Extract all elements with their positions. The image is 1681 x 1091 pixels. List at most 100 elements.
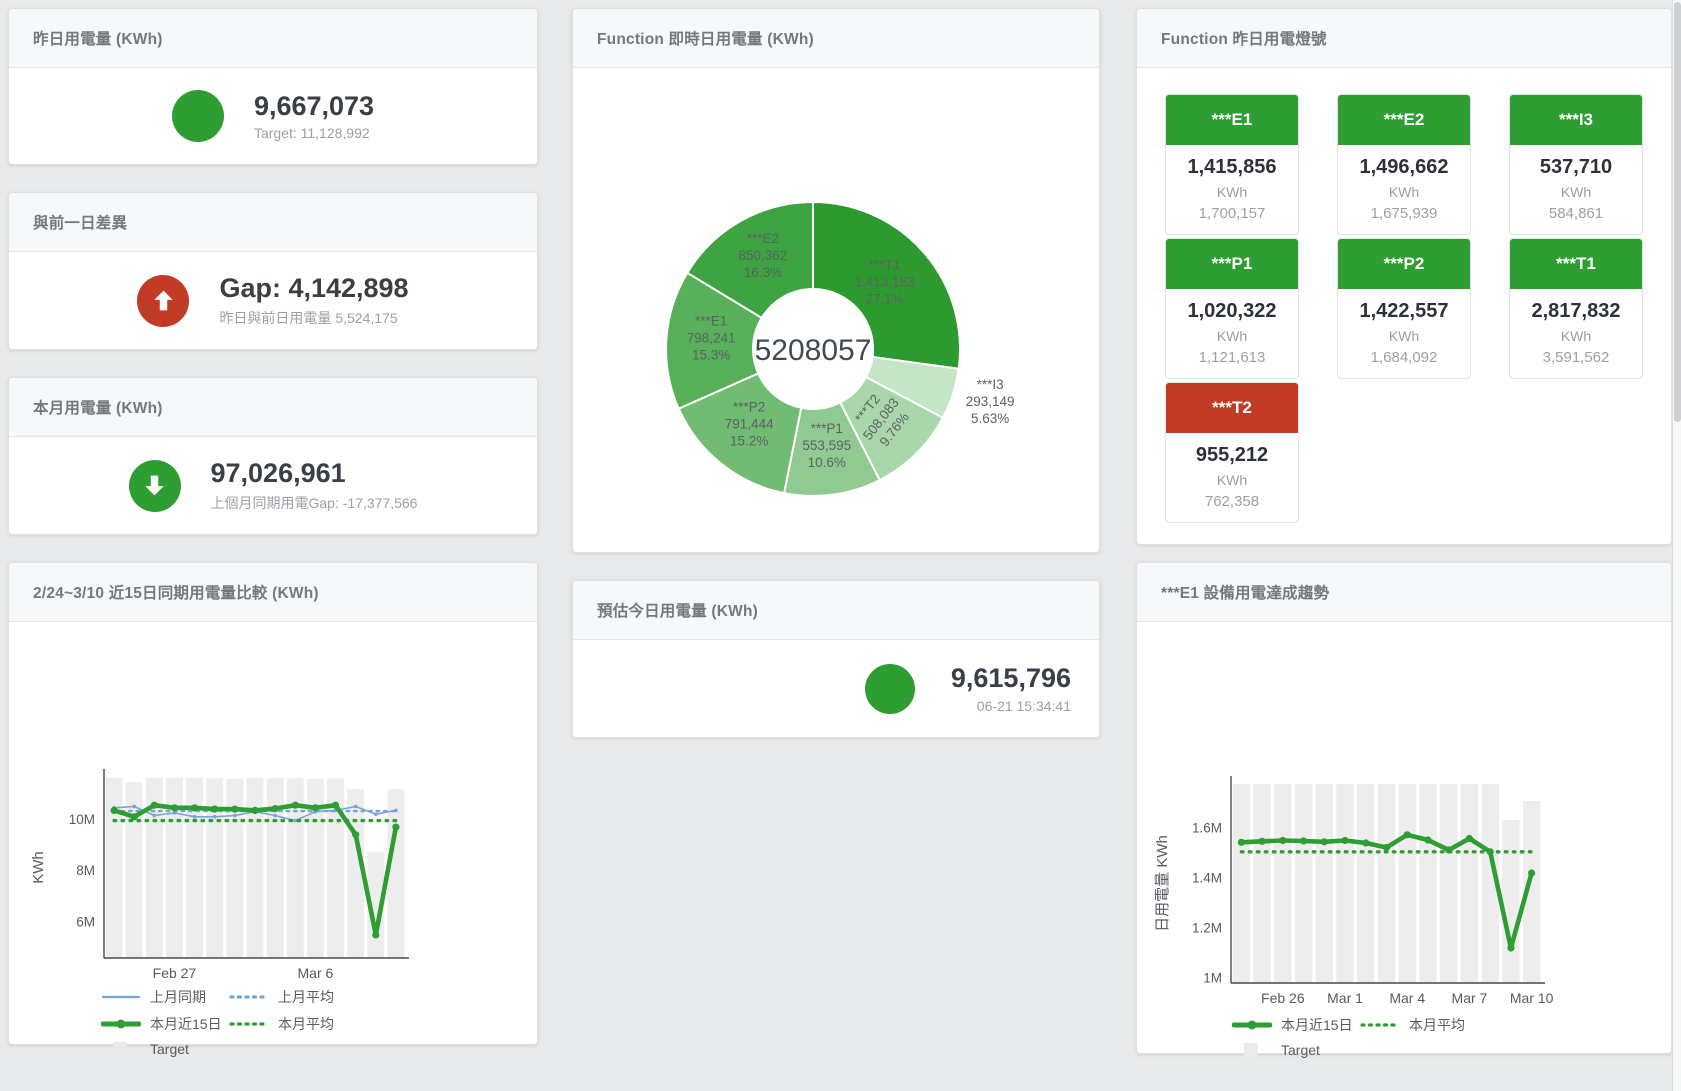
svg-text:Mar 7: Mar 7 — [1452, 990, 1488, 1006]
legend-item-上月平均[interactable]: 上月平均 — [229, 987, 357, 1007]
lamp-tile-target: 3,591,562 — [1510, 349, 1642, 366]
legend-label: 上月平均 — [278, 987, 334, 1007]
svg-text:Feb 26: Feb 26 — [1261, 990, 1305, 1006]
legend-item-本月平均[interactable]: 本月平均 — [1360, 1015, 1488, 1035]
svg-text:***I3293,1495.63%: ***I3293,1495.63% — [966, 377, 1015, 426]
card-header: 昨日用電量 (KWh) — [9, 9, 537, 68]
lamp-tile-value: 1,020,322 — [1166, 300, 1298, 323]
lamp-tile-target: 1,121,613 — [1166, 349, 1298, 366]
legend-line-icon — [229, 989, 269, 1005]
svg-text:日用電量 KWh: 日用電量 KWh — [1154, 835, 1171, 932]
legend-line-icon — [101, 989, 141, 1005]
lamp-tile-unit: KWh — [1338, 184, 1470, 200]
lamp-tile-P1: ***P11,020,322KWh1,121,613 — [1165, 238, 1299, 379]
y-axis-ticks: 1M1.2M1.4M1.6M — [1192, 821, 1222, 986]
stat-text: Gap: 4,142,898 昨日與前日用電量 5,524,175 — [219, 273, 408, 327]
lamp-tile-unit: KWh — [1166, 184, 1298, 200]
arrow-up-icon — [150, 287, 177, 314]
x-axis-ticks: Feb 27 Mar 6 — [153, 965, 334, 980]
stat-value: 9,667,073 — [254, 91, 374, 122]
stat-text: 9,615,796 06-21 15:34:41 — [951, 663, 1071, 713]
stat-text: 97,026,961 上個月同期用電Gap: -17,377,566 — [211, 458, 418, 512]
donut-chart[interactable]: ***T11,413,18327.1%***I3293,1495.63%***T… — [573, 68, 1099, 557]
legend-item-Target[interactable]: Target — [101, 1041, 229, 1057]
card-title: 2/24~3/10 近15日同期用電量比較 (KWh) — [33, 581, 319, 603]
stat-target-sub: Target: 11,128,992 — [254, 125, 374, 141]
card-title: 本月用電量 (KWh) — [33, 396, 163, 418]
svg-text:Mar 1: Mar 1 — [1327, 990, 1363, 1006]
lamp-tile-target: 1,684,092 — [1338, 349, 1470, 366]
legend-row: 本月近15日本月平均 — [101, 1014, 537, 1034]
card-compare-15day-chart: 2/24~3/10 近15日同期用電量比較 (KWh) 6M8M10MFeb 2… — [8, 562, 538, 1045]
page-scrollbar[interactable] — [1672, 0, 1681, 1091]
card-title: ***E1 設備用電達成趨勢 — [1161, 581, 1329, 603]
legend-label: 本月近15日 — [1281, 1015, 1353, 1035]
lamp-tile-grid: ***E11,415,856KWh1,700,157***E21,496,662… — [1137, 68, 1671, 549]
lamp-tile-label: ***P2 — [1338, 239, 1470, 289]
card-yesterday-usage: 昨日用電量 (KWh) 9,667,073 Target: 11,128,992 — [8, 8, 538, 165]
legend-item-本月平均[interactable]: 本月平均 — [229, 1014, 357, 1034]
legend-item-本月近15日[interactable]: 本月近15日 — [101, 1014, 229, 1034]
lamp-tile-value: 2,817,832 — [1510, 300, 1642, 323]
card-title: 預估今日用電量 (KWh) — [597, 599, 758, 621]
lamp-tile-label: ***I3 — [1510, 95, 1642, 145]
legend-line-icon — [101, 1016, 141, 1032]
lamp-tile-target: 762,358 — [1166, 493, 1298, 510]
card-function-realtime-donut: Function 即時日用電量 (KWh) ***T11,413,18327.1… — [572, 8, 1100, 553]
card-title: 昨日用電量 (KWh) — [33, 27, 163, 49]
lamp-tile-label: ***E2 — [1338, 95, 1470, 145]
lamp-tile-label: ***T2 — [1166, 383, 1298, 433]
stat-body: Gap: 4,142,898 昨日與前日用電量 5,524,175 — [9, 252, 537, 349]
lamp-tile-value: 537,710 — [1510, 156, 1642, 179]
card-e1-trend-chart: ***E1 設備用電達成趨勢 1M1.2M1.4M1.6MFeb 26Mar 1… — [1136, 562, 1672, 1054]
lamp-tile-T1: ***T12,817,832KWh3,591,562 — [1509, 238, 1643, 379]
lamp-tile-value: 1,422,557 — [1338, 300, 1470, 323]
lamp-tile-label: ***T1 — [1510, 239, 1642, 289]
svg-text:1M: 1M — [1203, 971, 1222, 986]
svg-text:Mar 10: Mar 10 — [1510, 990, 1554, 1006]
card-header: 本月用電量 (KWh) — [9, 378, 537, 437]
compare-line-chart[interactable]: 6M8M10MFeb 27Mar 6KWh — [9, 622, 537, 985]
lamp-tile-value: 955,212 — [1166, 444, 1298, 467]
card-function-lamp-status: Function 昨日用電燈號 ***E11,415,856KWh1,700,1… — [1136, 8, 1672, 545]
stat-target-sub: 昨日與前日用電量 5,524,175 — [219, 308, 408, 328]
card-estimate-today: 預估今日用電量 (KWh) 9,615,796 06-21 15:34:41 — [572, 580, 1100, 738]
legend-item-本月近15日[interactable]: 本月近15日 — [1232, 1015, 1360, 1035]
lamp-tile-value: 1,496,662 — [1338, 156, 1470, 179]
lamp-tile-value: 1,415,856 — [1166, 156, 1298, 179]
dashboard-page: { "cards": { "yesterday": { "title": "昨日… — [0, 0, 1681, 1091]
card-day-gap: 與前一日差異 Gap: 4,142,898 昨日與前日用電量 5,524,175 — [8, 192, 538, 350]
scrollbar-thumb[interactable] — [1674, 2, 1681, 422]
lamp-tile-E2: ***E21,496,662KWh1,675,939 — [1337, 94, 1471, 235]
card-header: Function 即時日用電量 (KWh) — [573, 9, 1099, 68]
card-header: 預估今日用電量 (KWh) — [573, 581, 1099, 640]
stat-value: Gap: 4,142,898 — [219, 273, 408, 304]
lamp-tile-E1: ***E11,415,856KWh1,700,157 — [1165, 94, 1299, 235]
stat-text: 9,667,073 Target: 11,128,992 — [254, 91, 374, 141]
svg-text:10M: 10M — [69, 812, 95, 827]
legend-item-上月同期[interactable]: 上月同期 — [101, 987, 229, 1007]
legend-label: 本月平均 — [1409, 1015, 1465, 1035]
card-header: 與前一日差異 — [9, 193, 537, 252]
legend-swatch-icon — [101, 1041, 141, 1057]
legend-line-icon — [229, 1016, 269, 1032]
card-header: Function 昨日用電燈號 — [1137, 9, 1671, 68]
legend-label: Target — [1281, 1042, 1320, 1058]
legend-label: Target — [150, 1041, 189, 1057]
card-title: 與前一日差異 — [33, 211, 127, 233]
trend-line-chart[interactable]: 1M1.2M1.4M1.6MFeb 26Mar 1Mar 4Mar 7Mar 1… — [1137, 622, 1671, 1011]
stat-target-sub: 上個月同期用電Gap: -17,377,566 — [211, 493, 418, 513]
stat-value: 97,026,961 — [211, 458, 418, 489]
svg-text:KWh: KWh — [30, 851, 47, 884]
stat-value: 9,615,796 — [951, 663, 1071, 694]
legend-item-Target[interactable]: Target — [1232, 1042, 1360, 1058]
svg-text:1.6M: 1.6M — [1192, 821, 1222, 836]
svg-text:1.4M: 1.4M — [1192, 871, 1222, 886]
stat-timestamp: 06-21 15:34:41 — [951, 698, 1071, 714]
lamp-tile-I3: ***I3537,710KWh584,861 — [1509, 94, 1643, 235]
lamp-tile-P2: ***P21,422,557KWh1,684,092 — [1337, 238, 1471, 379]
legend-swatch-icon — [1232, 1042, 1272, 1058]
svg-text:Mar 6: Mar 6 — [298, 965, 334, 980]
svg-text:Feb 27: Feb 27 — [153, 965, 197, 980]
card-title: Function 昨日用電燈號 — [1161, 27, 1327, 49]
